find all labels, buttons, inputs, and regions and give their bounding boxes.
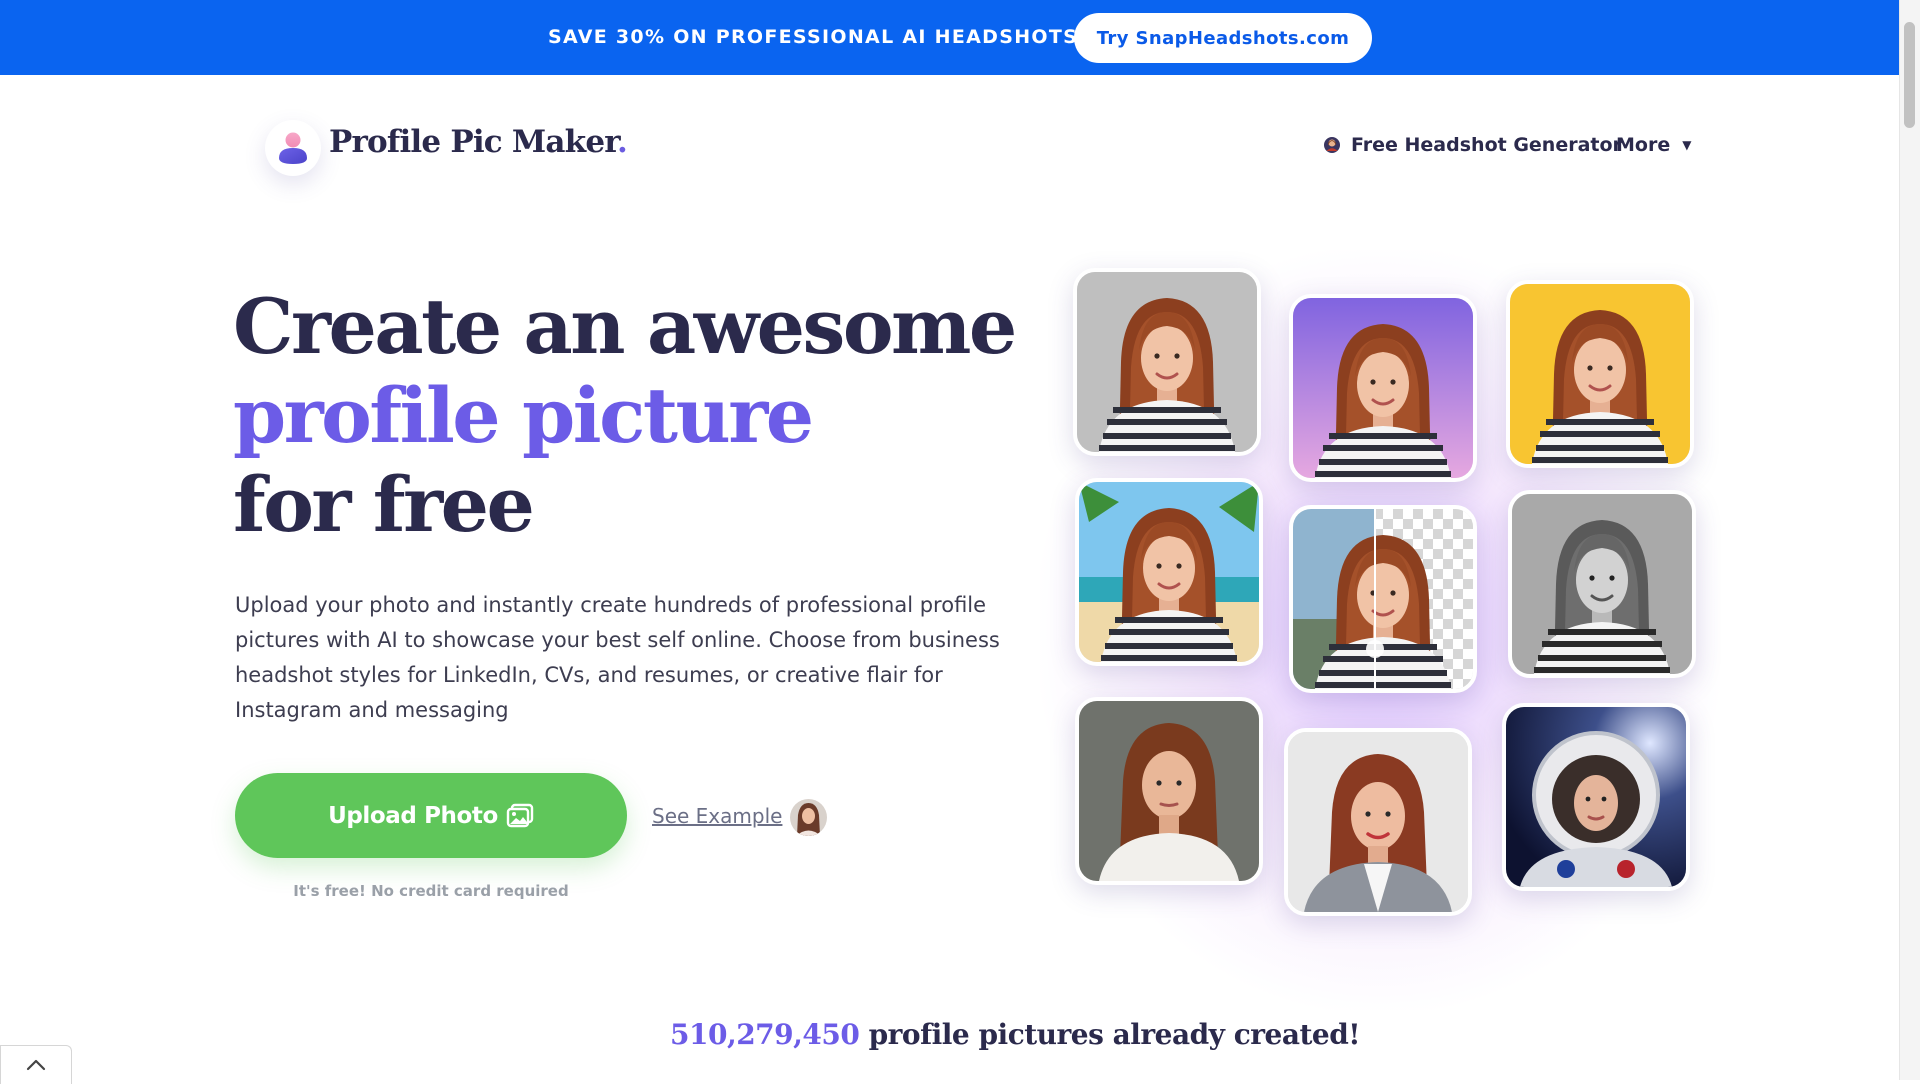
style-tile-black-and-white[interactable] [1508, 490, 1696, 678]
caret-down-icon: ▼ [1682, 138, 1692, 152]
style-tile-ai-portrait[interactable] [1075, 697, 1263, 885]
hero-title-line-1: Create an awesome [233, 282, 1017, 371]
see-example-link[interactable]: See Example [652, 804, 782, 828]
chevron-up-icon [26, 1059, 46, 1071]
upload-photo-button[interactable]: Upload Photo [235, 773, 627, 858]
counter-number: 510,279,450 [670, 1018, 860, 1051]
upload-photo-label: Upload Photo [328, 802, 498, 829]
style-tile-background-remover[interactable] [1289, 505, 1477, 693]
nav-more-label: More [1616, 134, 1671, 156]
hero-title-accent: profile picture [233, 371, 814, 460]
free-note: It's free! No credit card required [293, 882, 569, 900]
style-tile-purple-gradient[interactable] [1289, 294, 1477, 482]
style-tile-yellow-backdrop[interactable] [1506, 280, 1694, 468]
try-snapheadshots-button[interactable]: Try SnapHeadshots.com [1074, 13, 1372, 63]
nav-more-dropdown[interactable]: More ▼ [1616, 131, 1691, 159]
example-avatar[interactable] [790, 799, 827, 836]
logo-icon[interactable] [265, 120, 321, 176]
style-tile-business-headshot[interactable] [1284, 728, 1472, 916]
nav-free-headshot-generator[interactable]: Free Headshot Generator [1323, 131, 1622, 159]
hero-title: Create an awesome profile picture for fr… [233, 282, 1017, 549]
pictures-created-counter: 510,279,450 profile pictures already cre… [670, 1018, 1361, 1051]
hero-title-line-3: for free [233, 460, 535, 549]
scrollbar-thumb[interactable] [1904, 22, 1915, 128]
hero-description: Upload your photo and instantly create h… [235, 593, 1000, 722]
scrollbar-track[interactable] [1899, 0, 1920, 1080]
logo-text[interactable]: Profile Pic Maker. [329, 124, 628, 160]
style-tile-beach[interactable] [1075, 478, 1263, 666]
headshot-avatar-icon [1324, 137, 1340, 153]
style-tile-astronaut[interactable] [1502, 703, 1690, 891]
back-to-top-button[interactable] [0, 1045, 72, 1084]
promo-banner: SAVE 30% ON PROFESSIONAL AI HEADSHOTS Tr… [0, 0, 1899, 75]
counter-text: profile pictures already created! [868, 1018, 1361, 1051]
image-upload-icon [506, 803, 534, 827]
promo-text: SAVE 30% ON PROFESSIONAL AI HEADSHOTS [548, 26, 1079, 48]
style-tile-gray-backdrop[interactable] [1073, 268, 1261, 456]
nav-headshot-label: Free Headshot Generator [1351, 134, 1622, 156]
